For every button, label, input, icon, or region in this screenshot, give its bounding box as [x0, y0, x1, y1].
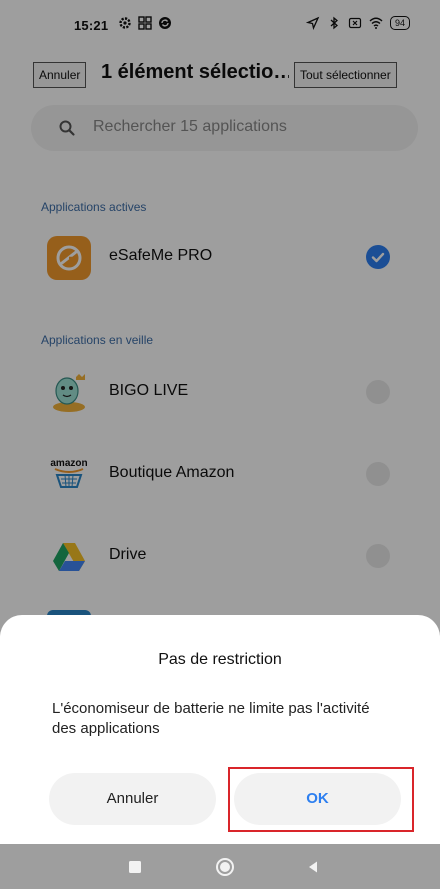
battery-saver-screen: 15:21 94 Annuler 1 élément sélectio… Tou…	[0, 0, 440, 889]
dialog-message: L'économiseur de batterie ne limite pas …	[52, 700, 370, 737]
ok-button-highlight	[228, 767, 414, 832]
navigation-bar	[0, 844, 440, 889]
dialog-cancel-button[interactable]: Annuler	[49, 773, 216, 825]
home-circle-icon[interactable]	[214, 856, 236, 878]
dialog-title: Pas de restriction	[158, 651, 282, 668]
recents-square-icon[interactable]	[124, 856, 146, 878]
back-triangle-icon[interactable]	[302, 856, 324, 878]
